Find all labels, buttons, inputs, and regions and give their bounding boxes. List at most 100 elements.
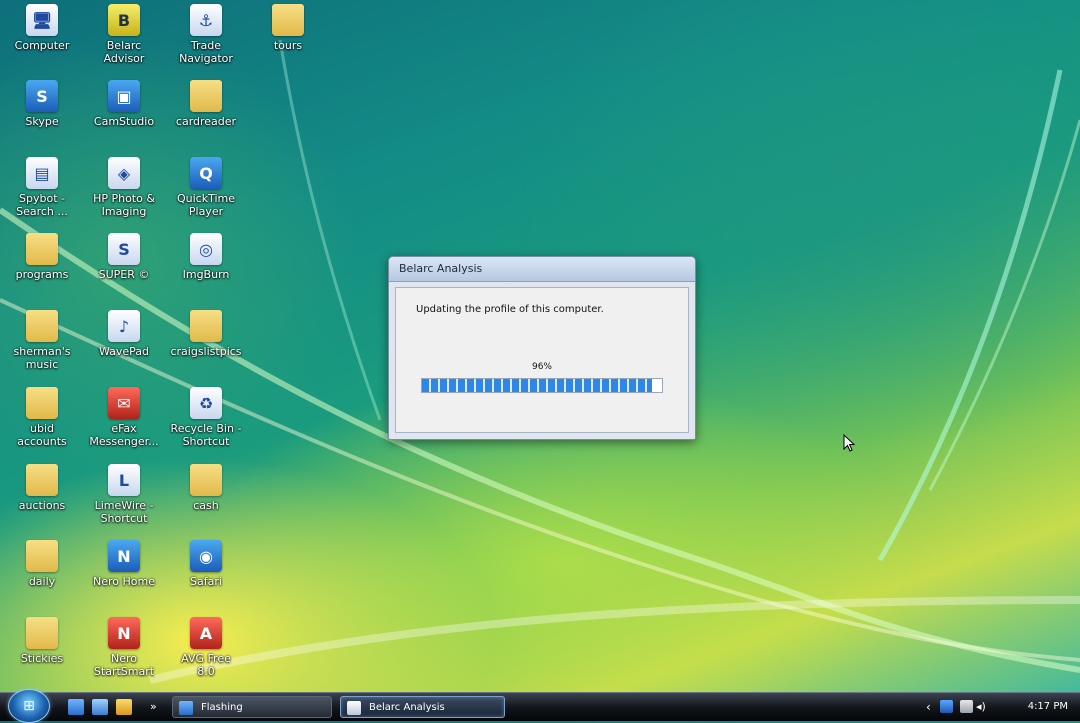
desktop-icon-label: Computer [14,39,70,52]
desktop-icon[interactable]: ◈ HP Photo & Imaging [86,157,162,218]
app-icon: ⚓ [190,4,222,36]
desktop-icon[interactable]: S Skype [4,80,80,128]
mouse-cursor-icon [843,434,856,452]
desktop-icon[interactable]: programs [4,233,80,281]
app-icon: ♻ [190,387,222,419]
dialog-title[interactable]: Belarc Analysis [389,257,695,282]
desktop-icon[interactable]: L LimeWire - Shortcut [86,464,162,525]
folder-icon [190,80,222,112]
app-icon: ◈ [108,157,140,189]
dialog-body: Updating the profile of this computer. 9… [395,287,689,433]
desktop-icon-label: ImgBurn [182,268,230,281]
desktop-icon[interactable]: ♻ Recycle Bin - Shortcut [168,387,244,448]
app-icon: ◎ [190,233,222,265]
show-hidden-icons-arrow[interactable]: ‹ [926,693,931,721]
start-button[interactable]: ⊞ [8,689,50,723]
desktop-icon-label: cardreader [175,115,237,128]
desktop-icon[interactable]: ◉ Safari [168,540,244,588]
folder-icon [26,617,58,649]
desktop-icon-label: eFax Messenger... [89,422,159,448]
app-icon: ▣ [108,80,140,112]
switch-windows-icon[interactable] [92,699,108,715]
desktop-icon[interactable]: ◎ ImgBurn [168,233,244,281]
app-icon: ♪ [108,310,140,342]
desktop-icon[interactable]: B Belarc Advisor [86,4,162,65]
desktop-icon-label: Belarc Advisor [103,39,145,65]
taskbar-button-flashing[interactable]: Flashing [172,696,332,718]
folder-icon [26,233,58,265]
folder-icon [190,464,222,496]
progress-bar [421,378,663,393]
desktop-icon[interactable]: ▣ CamStudio [86,80,162,128]
notification-area: ‹ ◂) 4:17 PM [920,693,1080,721]
app-icon: B [108,4,140,36]
folder-icon [190,310,222,342]
taskbar: ⊞ » Flashing Belarc Analysis ‹ ◂) 4:17 P… [0,689,1080,723]
desktop-icon[interactable]: ▤ Spybot - Search ... [4,157,80,218]
desktop-icon[interactable]: auctions [4,464,80,512]
app-icon: ▤ [26,157,58,189]
app-icon: 🖥 [26,4,58,36]
desktop-icon-label: craigslistpics [170,345,242,358]
clock[interactable]: 4:17 PM [1028,693,1068,721]
desktop-icon-label: auctions [18,499,66,512]
app-icon: ✉ [108,387,140,419]
app-icon: ◉ [190,540,222,572]
desktop-icon-label: CamStudio [93,115,155,128]
desktop-icon[interactable]: Q QuickTime Player [168,157,244,218]
desktop-icon[interactable]: 🖥 Computer [4,4,80,52]
folder-icon [26,540,58,572]
desktop-icon-label: Skype [25,115,59,128]
desktop-icon-label: QuickTime Player [176,192,236,218]
app-icon: N [108,540,140,572]
app-icon: S [108,233,140,265]
desktop-icon-label: ubid accounts [17,422,67,448]
belarc-icon [347,701,361,715]
desktop-icon-label: LimeWire - Shortcut [94,499,154,525]
desktop-icon-label: cash [193,499,219,512]
explorer-icon[interactable] [116,699,132,715]
volume-icon[interactable]: ◂) [976,700,989,713]
progress-fill [422,379,653,392]
desktop-icon[interactable]: ubid accounts [4,387,80,448]
show-desktop-icon[interactable] [68,699,84,715]
desktop-icon-label: HP Photo & Imaging [93,192,155,218]
windows-logo-icon: ⊞ [23,698,35,714]
desktop-icon-label: Trade Navigator [179,39,233,65]
desktop-icon-label: Recycle Bin - Shortcut [170,422,242,448]
desktop-icon[interactable]: Stickies [4,617,80,665]
desktop-icon-label: daily [28,575,56,588]
taskbar-button-label: Belarc Analysis [369,702,445,713]
desktop-icon[interactable]: craigslistpics [168,310,244,358]
desktop-icon[interactable]: ♪ WavePad [86,310,162,358]
taskbar-button-belarc-analysis[interactable]: Belarc Analysis [340,696,505,718]
progress-percent: 96% [531,362,552,372]
desktop-icon-label: Nero StartSmart [93,652,155,678]
desktop-icon[interactable]: N Nero StartSmart [86,617,162,678]
desktop-icon[interactable]: N Nero Home [86,540,162,588]
network-icon[interactable] [960,700,973,713]
desktop-icon[interactable]: ⚓ Trade Navigator [168,4,244,65]
desktop-icon-label: Safari [190,575,222,588]
desktop-icon[interactable]: tours [250,4,326,52]
quick-launch-more-icon[interactable]: » [150,693,157,721]
desktop-icon[interactable]: daily [4,540,80,588]
desktop-icon[interactable]: sherman's music [4,310,80,371]
app-icon: L [108,464,140,496]
desktop-icon[interactable]: cash [168,464,244,512]
desktop-icon[interactable]: ✉ eFax Messenger... [86,387,162,448]
app-icon: Q [190,157,222,189]
tray-app-icon[interactable] [940,700,953,713]
browser-icon [179,701,193,715]
desktop-icon-label: WavePad [98,345,150,358]
folder-icon [26,464,58,496]
desktop-icon[interactable]: A AVG Free 8.0 [168,617,244,678]
desktop-icon[interactable]: S SUPER © [86,233,162,281]
desktop-icon-label: Stickies [20,652,64,665]
desktop-icon-label: Spybot - Search ... [16,192,68,218]
desktop-icon[interactable]: cardreader [168,80,244,128]
folder-icon [26,387,58,419]
folder-icon [272,4,304,36]
desktop-icon-label: Nero Home [93,575,155,588]
desktop-icon-label: SUPER © [98,268,150,281]
